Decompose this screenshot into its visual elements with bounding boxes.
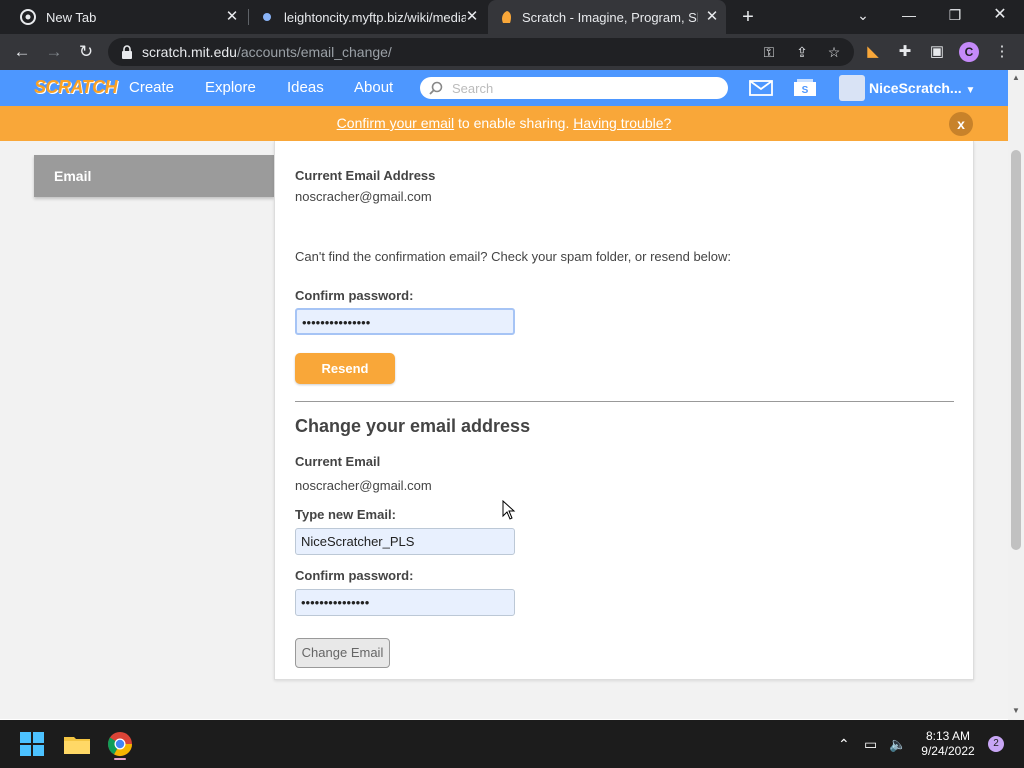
change-email-heading: Change your email address bbox=[295, 416, 531, 436]
notification-badge[interactable]: 2 bbox=[988, 736, 1004, 752]
scrollbar-thumb[interactable] bbox=[1011, 150, 1021, 550]
section-divider bbox=[295, 401, 954, 402]
taskbar: ⌃ ▭ 🔈 8:13 AM 9/24/2022 2 bbox=[0, 720, 1024, 768]
share-icon[interactable]: ⇪ bbox=[793, 43, 811, 61]
tab-strip: New Tab ✕ leightoncity.myftp.biz/wiki/me… bbox=[0, 0, 1024, 34]
mouse-cursor-icon bbox=[502, 500, 516, 520]
back-button[interactable]: ← bbox=[10, 40, 34, 64]
tab-title: New Tab bbox=[46, 9, 97, 25]
chrome-taskbar-icon[interactable] bbox=[104, 728, 136, 760]
tab-leightoncity[interactable]: leightoncity.myftp.biz/wiki/media ✕ bbox=[250, 0, 486, 34]
clock-date: 9/24/2022 bbox=[921, 744, 975, 758]
search-icon bbox=[429, 81, 443, 95]
key-icon[interactable]: ⚿ bbox=[760, 43, 778, 61]
tab-search-icon[interactable]: ⌄ bbox=[851, 4, 875, 26]
scroll-down-arrow[interactable]: ▼ bbox=[1012, 707, 1020, 715]
confirm-password-label: Confirm password: bbox=[295, 288, 414, 303]
file-explorer-icon[interactable] bbox=[61, 728, 93, 760]
scratch-navbar: SCRATCH Create Explore Ideas About S Nic… bbox=[0, 70, 1008, 106]
current-email-value: noscracher@gmail.com bbox=[295, 189, 432, 204]
confirm-email-link[interactable]: Confirm your email bbox=[337, 115, 454, 131]
new-email-field[interactable]: NiceScratcher_PLS bbox=[295, 528, 515, 555]
clock-time: 8:13 AM bbox=[925, 729, 971, 743]
nav-ideas[interactable]: Ideas bbox=[287, 70, 324, 106]
sidebar-item-email[interactable]: Email bbox=[34, 155, 274, 197]
current-email-value: noscracher@gmail.com bbox=[295, 478, 432, 493]
side-panel-icon[interactable]: ▣ bbox=[927, 42, 947, 62]
windows-start-icon[interactable] bbox=[16, 728, 48, 760]
search-input[interactable] bbox=[452, 79, 722, 97]
menu-icon[interactable]: ⋮ bbox=[992, 42, 1012, 62]
having-trouble-link[interactable]: Having trouble? bbox=[573, 115, 671, 131]
network-icon[interactable]: ▭ bbox=[864, 720, 877, 768]
close-tab-icon[interactable]: ✕ bbox=[464, 9, 480, 25]
chrome-icon bbox=[20, 9, 36, 25]
page-scrollbar[interactable]: ▲ ▼ bbox=[1008, 70, 1024, 720]
scratch-logo[interactable]: SCRATCH bbox=[34, 77, 118, 98]
tab-title: Scratch - Imagine, Program, Share bbox=[522, 9, 698, 25]
lock-icon bbox=[122, 45, 132, 59]
rss-icon[interactable]: ◣ bbox=[863, 42, 883, 62]
current-email-label: Current Email Address bbox=[295, 168, 436, 183]
banner-text: to enable sharing. bbox=[454, 115, 574, 131]
minimize-button[interactable]: — bbox=[897, 4, 921, 26]
reload-button[interactable]: ↻ bbox=[74, 40, 98, 64]
system-clock[interactable]: 8:13 AM 9/24/2022 bbox=[912, 729, 984, 759]
resend-button[interactable]: Resend bbox=[295, 353, 395, 384]
messages-icon[interactable] bbox=[749, 78, 773, 98]
url-path: /accounts/email_change/ bbox=[236, 44, 392, 60]
email-settings-panel: Current Email Address noscracher@gmail.c… bbox=[274, 141, 974, 680]
close-banner-button[interactable]: x bbox=[949, 112, 973, 136]
close-window-button[interactable]: ✕ bbox=[988, 4, 1012, 26]
extensions-icon[interactable]: ✚ bbox=[895, 42, 915, 62]
confirm-email-banner: Confirm your email to enable sharing. Ha… bbox=[0, 106, 1008, 141]
url-host: scratch.mit.edu bbox=[142, 44, 237, 60]
forward-button[interactable]: → bbox=[42, 40, 66, 64]
nav-create[interactable]: Create bbox=[129, 70, 174, 106]
restore-button[interactable]: ❐ bbox=[943, 4, 967, 26]
profile-avatar[interactable]: C bbox=[959, 42, 979, 62]
globe-icon bbox=[263, 13, 271, 21]
nav-explore[interactable]: Explore bbox=[205, 70, 256, 106]
tab-separator bbox=[248, 9, 249, 25]
omnibox[interactable]: scratch.mit.edu/accounts/email_change/ ⚿… bbox=[108, 38, 854, 66]
bookmark-star-icon[interactable]: ☆ bbox=[825, 43, 843, 61]
resend-hint: Can't find the confirmation email? Check… bbox=[295, 249, 732, 264]
new-email-label: Type new Email: bbox=[295, 507, 396, 522]
url-text: scratch.mit.edu/accounts/email_change/ bbox=[142, 44, 392, 60]
new-tab-button[interactable]: + bbox=[738, 6, 758, 28]
confirm-password-label: Confirm password: bbox=[295, 568, 414, 583]
resend-password-field[interactable]: ••••••••••••••• bbox=[295, 308, 515, 335]
show-hidden-icons[interactable]: ⌃ bbox=[838, 720, 850, 768]
tab-title: leightoncity.myftp.biz/wiki/media bbox=[284, 9, 466, 25]
tab-scratch[interactable]: Scratch - Imagine, Program, Share ✕ bbox=[488, 0, 726, 34]
close-tab-icon[interactable]: ✕ bbox=[704, 9, 720, 25]
nav-about[interactable]: About bbox=[354, 70, 393, 106]
change-email-button[interactable]: Change Email bbox=[295, 638, 390, 668]
svg-text:S: S bbox=[802, 85, 809, 96]
search-box[interactable] bbox=[420, 77, 728, 99]
tab-new-tab[interactable]: New Tab ✕ bbox=[8, 0, 246, 34]
username: NiceScratch... bbox=[869, 80, 962, 96]
avatar[interactable] bbox=[839, 75, 865, 101]
my-stuff-icon[interactable]: S bbox=[793, 78, 817, 98]
close-tab-icon[interactable]: ✕ bbox=[224, 9, 240, 25]
page-content: Email Current Email Address noscracher@g… bbox=[0, 141, 1008, 719]
address-toolbar: ← → ↻ scratch.mit.edu/accounts/email_cha… bbox=[0, 34, 1024, 70]
current-email-label: Current Email bbox=[295, 454, 381, 469]
chevron-down-icon: ▼ bbox=[965, 85, 976, 96]
scroll-up-arrow[interactable]: ▲ bbox=[1012, 74, 1020, 82]
volume-icon[interactable]: 🔈 bbox=[889, 720, 906, 768]
username-menu[interactable]: NiceScratch... ▼ bbox=[869, 70, 975, 106]
scratch-cat-icon bbox=[502, 11, 511, 23]
change-password-field[interactable]: ••••••••••••••• bbox=[295, 589, 515, 616]
